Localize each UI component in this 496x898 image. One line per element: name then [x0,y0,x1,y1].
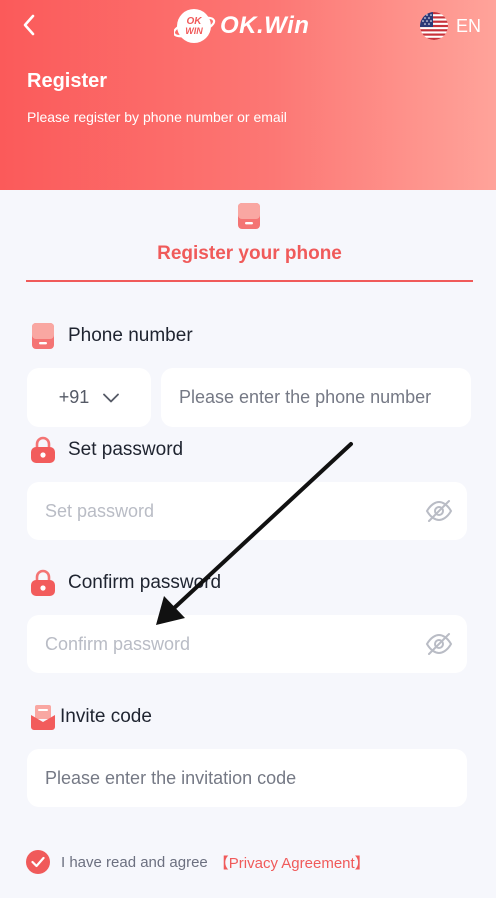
agreement-text: I have read and agree [61,853,208,871]
language-label: EN [456,15,482,36]
confirm-password-label-text: Confirm password [68,572,222,593]
phone-number-label: Phone number [30,321,193,351]
invitation-icon [30,703,56,731]
set-password-label: Set password [30,435,183,465]
country-code-select[interactable]: +91 [27,368,151,427]
phone-number-label-text: Phone number [68,325,193,346]
invite-code-input-box [27,749,467,807]
invite-code-input[interactable] [27,749,467,807]
phone-icon [237,202,261,230]
privacy-agreement-link[interactable]: 【Privacy Agreement】 [214,852,370,873]
lock-icon [30,569,56,597]
invite-code-label: Invite code [30,702,152,732]
checkmark-icon [31,856,45,868]
logo-badge-icon: OK WIN [172,6,216,46]
header: OK WIN OK.Win EN Register Please registe… [0,0,496,190]
language-selector[interactable]: EN [420,12,481,40]
logo-text: OK.Win [220,12,310,39]
page-subtitle: Please register by phone number or email [27,109,287,125]
phone-icon [30,322,56,350]
lock-icon [30,436,56,464]
brand-logo: OK WIN OK.Win [172,6,334,46]
confirm-password-input-box [27,615,467,673]
back-button[interactable] [14,10,44,40]
invite-code-label-text: Invite code [60,706,152,727]
confirm-password-input[interactable] [27,615,467,673]
chevron-down-icon [103,393,120,402]
svg-text:WIN: WIN [185,26,203,36]
phone-number-input[interactable] [161,368,471,427]
tab-label: Register your phone [157,243,342,264]
set-password-label-text: Set password [68,439,184,460]
agreement-row: I have read and agree 【Privacy Agreement… [26,848,370,876]
chevron-left-icon [23,14,35,36]
page-title: Register [27,70,108,92]
set-password-input[interactable] [27,482,467,540]
tab-active-indicator [26,280,473,282]
set-password-input-box [27,482,467,540]
eye-off-icon[interactable] [425,630,453,658]
country-code-value: +91 [58,387,90,407]
eye-off-icon[interactable] [425,497,453,525]
agreement-checkbox[interactable] [26,850,50,874]
confirm-password-label: Confirm password [30,568,221,598]
phone-number-input-box [161,368,471,427]
tab-register-phone[interactable]: Register your phone [26,200,473,284]
us-flag-icon [420,12,448,40]
